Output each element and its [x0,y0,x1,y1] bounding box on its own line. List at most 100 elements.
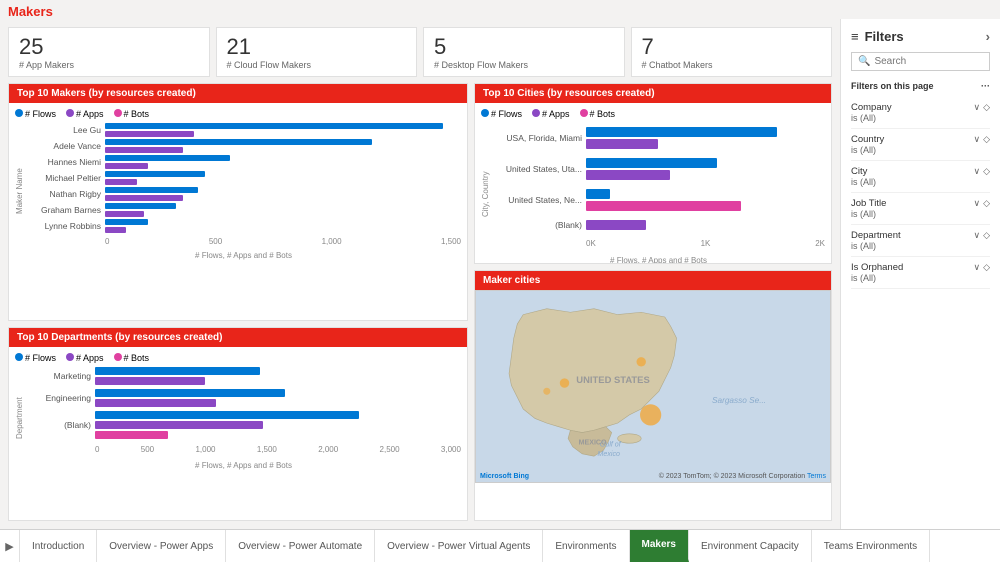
kpi-desktop-flow-makers: 5 # Desktop Flow Makers [423,27,625,77]
map-container: Sargasso Se... Gulf of Mexico UNITED STA… [475,290,831,484]
bots-dot [114,109,122,117]
cities-legend: # Flows # Apps # Bots [481,109,825,119]
nav-prev-button[interactable]: ▶ [0,530,20,562]
dept-x-label: # Flows, # Apps and # Bots [26,461,461,470]
city-row-blank: (Blank) [492,220,825,230]
filter-country: Country ∨ ◇ is (All) [851,129,990,161]
city-row-miami: USA, Florida, Miami [492,127,825,149]
filter-orphaned-clear[interactable]: ◇ [983,262,990,273]
page-title: Makers [8,4,53,19]
departments-chart: Top 10 Departments (by resources created… [8,327,468,521]
makers-chart: Top 10 Makers (by resources created) # F… [8,83,468,320]
makers-x-label: # Flows, # Apps and # Bots [26,251,461,260]
kpi-row: 25 # App Makers 21 # Cloud Flow Makers 5… [8,27,832,77]
makers-legend: # Flows # Apps # Bots [15,109,461,119]
filters-search-box[interactable]: 🔍 [851,52,990,71]
kpi-app-makers: 25 # App Makers [8,27,210,77]
dept-x-axis: 05001,0001,5002,0002,5003,000 [26,445,461,454]
filter-dept-clear[interactable]: ◇ [983,230,990,241]
city-row-ne: United States, Ne... [492,189,825,211]
filter-jobtitle: Job Title ∨ ◇ is (All) [851,193,990,225]
filter-country-clear[interactable]: ◇ [983,134,990,145]
tab-overview-powerapps[interactable]: Overview - Power Apps [97,530,226,562]
search-icon: 🔍 [858,56,870,67]
filter-jobtitle-chevron[interactable]: ∨ [973,198,980,209]
dept-row-engineering: Engineering [26,389,461,407]
makers-x-axis: 05001,0001,500 [26,237,461,246]
maker-row-hannesniemi: Hannes Niemi [26,155,461,169]
apps-dot [66,109,74,117]
kpi-cloud-flow-label: # Cloud Flow Makers [227,60,407,70]
map-credit: © 2023 TomTom; © 2023 Microsoft Corporat… [659,473,826,480]
kpi-app-makers-value: 25 [19,34,199,60]
filter-company-chevron[interactable]: ∨ [973,102,980,113]
departments-chart-title: Top 10 Departments (by resources created… [9,328,467,347]
makers-y-axis: Maker Name [15,123,24,260]
kpi-cloud-flow-value: 21 [227,34,407,60]
bottom-nav: ▶ Introduction Overview - Power Apps Ove… [0,529,1000,562]
tab-environments[interactable]: Environments [543,530,629,562]
filter-department: Department ∨ ◇ is (All) [851,225,990,257]
filters-panel: ≡ Filters › 🔍 Filters on this page ··· C… [840,19,1000,529]
filter-city-clear[interactable]: ◇ [983,166,990,177]
filters-collapse-button[interactable]: › [986,29,990,44]
filter-isorphaned: Is Orphaned ∨ ◇ is (All) [851,257,990,289]
filter-city-chevron[interactable]: ∨ [973,166,980,177]
map-svg: Sargasso Se... Gulf of Mexico UNITED STA… [476,291,830,480]
tab-overview-powerautomate[interactable]: Overview - Power Automate [226,530,375,562]
kpi-desktop-flow-label: # Desktop Flow Makers [434,60,614,70]
kpi-app-makers-label: # App Makers [19,60,199,70]
map-bing-logo: Microsoft Bing [480,473,529,480]
cities-chart-title: Top 10 Cities (by resources created) [475,84,831,103]
makers-chart-title: Top 10 Makers (by resources created) [9,84,467,103]
svg-text:Sargasso Se...: Sargasso Se... [712,396,766,405]
city-row-utah: United States, Uta... [492,158,825,180]
dept-flows-dot [15,353,23,361]
tab-teams-environments[interactable]: Teams Environments [812,530,930,562]
kpi-chatbot-value: 7 [642,34,822,60]
kpi-chatbot-makers: 7 # Chatbot Makers [631,27,833,77]
cities-x-axis: 0K1K2K [492,239,825,248]
filters-title: ≡ Filters › [851,29,990,44]
filter-company: Company ∨ ◇ is (All) [851,97,990,129]
tab-introduction[interactable]: Introduction [20,530,97,562]
filter-country-chevron[interactable]: ∨ [973,134,980,145]
dept-y-axis: Department [15,367,24,470]
maker-row-nathanrigby: Nathan Rigby [26,187,461,201]
maker-row-grahambarnes: Graham Barnes [26,203,461,217]
maker-row-adelevance: Adele Vance [26,139,461,153]
dept-row-marketing: Marketing [26,367,461,385]
filter-dept-chevron[interactable]: ∨ [973,230,980,241]
dept-bots-dot [114,353,122,361]
dept-legend: # Flows # Apps # Bots [15,353,461,363]
svg-text:MEXICO: MEXICO [579,439,607,446]
kpi-desktop-flow-value: 5 [434,34,614,60]
filters-more-icon[interactable]: ··· [981,81,990,91]
dept-apps-dot [66,353,74,361]
filters-search-input[interactable] [874,56,983,67]
cities-chart: Top 10 Cities (by resources created) # F… [474,83,832,263]
tab-makers[interactable]: Makers [630,530,689,562]
flows-dot [15,109,23,117]
maker-row-lynnerobbins: Lynne Robbins [26,219,461,233]
maker-row-michaelpeltier: Michael Peltier [26,171,461,185]
tab-overview-powervirtualagents[interactable]: Overview - Power Virtual Agents [375,530,543,562]
filter-jobtitle-clear[interactable]: ◇ [983,198,990,209]
filter-company-clear[interactable]: ◇ [983,102,990,113]
filter-icon: ≡ [851,29,859,44]
cities-y-axis: City, Country [481,123,490,262]
filter-orphaned-chevron[interactable]: ∨ [973,262,980,273]
dept-row-blank: (Blank) [26,411,461,439]
kpi-chatbot-label: # Chatbot Makers [642,60,822,70]
map-title: Maker cities [475,271,831,290]
filters-section-header: Filters on this page ··· [851,81,990,91]
svg-text:UNITED STATES: UNITED STATES [576,374,649,385]
kpi-cloud-flow-makers: 21 # Cloud Flow Makers [216,27,418,77]
cities-x-label: # Flows, # Apps and # Bots [492,256,825,262]
maker-row-leegu: Lee Gu [26,123,461,137]
tab-environment-capacity[interactable]: Environment Capacity [689,530,812,562]
filter-city: City ∨ ◇ is (All) [851,161,990,193]
maker-cities-map-card: Maker cities [474,270,832,521]
svg-text:Mexico: Mexico [598,451,620,458]
map-terms-link[interactable]: Terms [807,473,826,480]
